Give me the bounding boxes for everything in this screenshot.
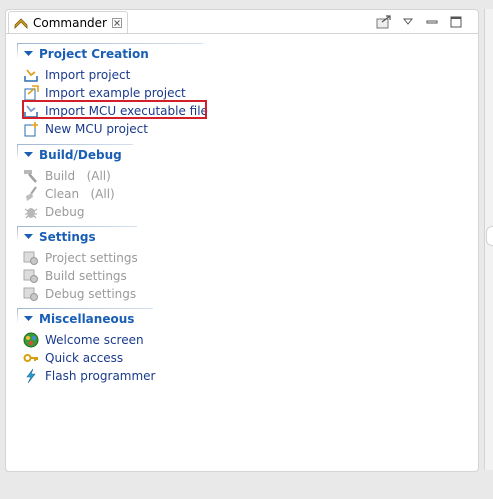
hammer-icon <box>23 168 39 184</box>
item-label: Import project <box>45 68 131 82</box>
section-project-creation: Project Creation Import project Import e… <box>17 43 208 138</box>
section-title: Settings <box>39 229 96 244</box>
section-rule <box>17 308 153 309</box>
section-title: Project Creation <box>39 46 149 61</box>
chevron-down-icon <box>21 312 35 326</box>
open-perspective-icon[interactable] <box>376 14 392 30</box>
chevron-down-icon <box>21 148 35 162</box>
commander-view: Commander Project Creation Import projec… <box>5 9 479 472</box>
build-all-link[interactable]: Build (All) <box>17 167 122 185</box>
debug-settings-icon <box>23 286 39 302</box>
section-header[interactable]: Miscellaneous <box>17 310 156 327</box>
minimize-icon[interactable] <box>424 14 440 30</box>
item-label: Build (All) <box>45 169 111 183</box>
commander-tab[interactable]: Commander <box>8 11 128 34</box>
view-menu-icon[interactable] <box>400 14 416 30</box>
build-settings-link[interactable]: Build settings <box>17 267 138 285</box>
broom-icon <box>23 186 39 202</box>
flash-programmer-link[interactable]: Flash programmer <box>17 367 156 385</box>
import-mcu-executable-link[interactable]: Import MCU executable file <box>17 100 208 120</box>
section-header[interactable]: Project Creation <box>17 45 208 62</box>
key-icon <box>23 350 39 366</box>
close-icon[interactable] <box>112 18 122 28</box>
import-project-link[interactable]: Import project <box>17 66 208 84</box>
item-label: Clean (All) <box>45 187 115 201</box>
view-toolbar <box>376 14 464 30</box>
section-settings: Settings Project settings Build settings… <box>17 226 138 303</box>
import-example-project-link[interactable]: Import example project <box>17 84 208 102</box>
welcome-icon <box>23 332 39 348</box>
section-rule <box>17 226 137 227</box>
section-rule <box>17 43 203 44</box>
tab-divider <box>6 33 478 34</box>
import-project-icon <box>23 67 39 83</box>
lightning-icon <box>23 368 39 384</box>
project-settings-icon <box>23 250 39 266</box>
sash-handle[interactable] <box>486 226 493 246</box>
item-label: Project settings <box>45 251 138 265</box>
section-title: Build/Debug <box>39 147 122 162</box>
item-label: New MCU project <box>45 122 148 136</box>
section-header[interactable]: Build/Debug <box>17 146 122 163</box>
section-title: Miscellaneous <box>39 311 135 326</box>
section-rule <box>17 144 133 145</box>
item-label: Quick access <box>45 351 124 365</box>
section-header[interactable]: Settings <box>17 228 138 245</box>
new-mcu-project-link[interactable]: New MCU project <box>17 120 208 138</box>
chevron-down-icon <box>21 230 35 244</box>
item-label: Debug <box>45 205 85 219</box>
commander-chevron-icon <box>13 15 29 31</box>
build-settings-icon <box>23 268 39 284</box>
clean-all-link[interactable]: Clean (All) <box>17 185 122 203</box>
item-label: Welcome screen <box>45 333 144 347</box>
chevron-down-icon <box>21 47 35 61</box>
item-label: Import example project <box>45 86 186 100</box>
import-mcu-icon <box>23 103 39 119</box>
tab-title: Commander <box>33 16 107 30</box>
quick-access-link[interactable]: Quick access <box>17 349 156 367</box>
section-miscellaneous: Miscellaneous Welcome screen Quick acces… <box>17 308 156 385</box>
item-label: Build settings <box>45 269 127 283</box>
bug-icon <box>23 204 39 220</box>
view-tab-bar: Commander <box>6 10 478 36</box>
welcome-screen-link[interactable]: Welcome screen <box>17 331 156 349</box>
project-settings-link[interactable]: Project settings <box>17 249 138 267</box>
maximize-icon[interactable] <box>448 14 464 30</box>
section-build-debug: Build/Debug Build (All) Clean (All) Debu… <box>17 144 133 221</box>
debug-link[interactable]: Debug <box>17 203 122 221</box>
debug-settings-link[interactable]: Debug settings <box>17 285 138 303</box>
item-label: Import MCU executable file <box>45 104 208 118</box>
new-project-icon <box>23 121 39 137</box>
import-example-icon <box>23 85 39 101</box>
item-label: Flash programmer <box>45 369 156 383</box>
item-label: Debug settings <box>45 287 137 301</box>
